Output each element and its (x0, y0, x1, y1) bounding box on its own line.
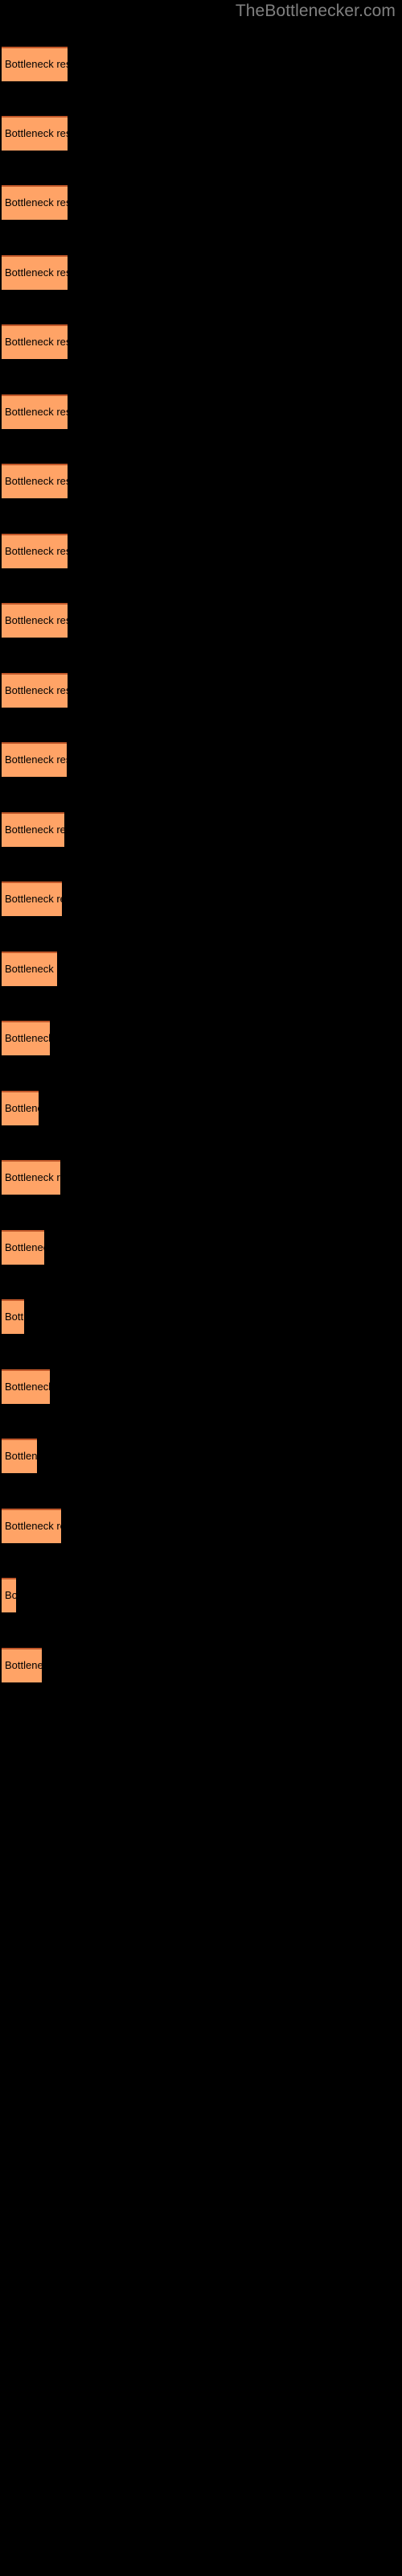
bar-label: Bottleneck result (5, 266, 68, 279)
bar-row: Bottleneck result (0, 1160, 402, 1195)
bar-row: Bottleneck result (0, 1578, 402, 1612)
bar-bottleneck-result[interactable]: Bottleneck result (2, 881, 62, 916)
bar-row: Bottleneck result (0, 1509, 402, 1543)
bar-row: Bottleneck result (0, 1091, 402, 1125)
bar-bottleneck-result[interactable]: Bottleneck result (2, 324, 68, 359)
bar-row: Bottleneck result (0, 255, 402, 290)
bar-bottleneck-result[interactable]: Bottleneck result (2, 1230, 44, 1265)
bar-row: Bottleneck result (0, 47, 402, 81)
bar-bottleneck-result[interactable]: Bottleneck result (2, 952, 57, 986)
bar-row: Bottleneck result (0, 1648, 402, 1682)
bar-label: Bottleneck result (5, 196, 68, 208)
bar-bottleneck-result[interactable]: Bottleneck result (2, 1509, 61, 1543)
bar-label: Bottleneck result (5, 614, 68, 626)
bar-row: Bottleneck result (0, 464, 402, 498)
bar-row: Bottleneck result (0, 1021, 402, 1055)
bar-bottleneck-result[interactable]: Bottleneck result (2, 255, 68, 290)
bar-label: Bottleneck result (5, 475, 68, 487)
bar-bottleneck-result[interactable]: Bottleneck result (2, 1369, 50, 1404)
bar-label: Bottleneck result (5, 684, 68, 696)
bar-bottleneck-result[interactable]: Bottleneck result (2, 1439, 37, 1473)
bar-row: Bottleneck result (0, 812, 402, 847)
bar-row: Bottleneck result (0, 603, 402, 638)
bar-label: Bottleneck result (5, 127, 68, 139)
bar-label: Bottleneck result (5, 1102, 39, 1114)
bar-bottleneck-result[interactable]: Bottleneck result (2, 464, 68, 498)
bar-bottleneck-result[interactable]: Bottleneck result (2, 1578, 16, 1612)
bar-label: Bottleneck result (5, 963, 57, 975)
bar-bottleneck-result[interactable]: Bottleneck result (2, 394, 68, 429)
bar-label: Bottleneck result (5, 1241, 44, 1253)
bar-row: Bottleneck result (0, 394, 402, 429)
bar-row: Bottleneck result (0, 1299, 402, 1334)
bar-row: Bottleneck result (0, 1439, 402, 1473)
bar-row: Bottleneck result (0, 1230, 402, 1265)
bar-bottleneck-result[interactable]: Bottleneck result (2, 603, 68, 638)
bar-label: Bottleneck result (5, 406, 68, 418)
bar-label: Bottleneck result (5, 58, 68, 70)
bar-label: Bottleneck result (5, 893, 62, 905)
bar-bottleneck-result[interactable]: Bottleneck result (2, 1091, 39, 1125)
bar-bottleneck-result[interactable]: Bottleneck result (2, 185, 68, 220)
bar-label: Bottleneck result (5, 1450, 37, 1462)
bar-bottleneck-result[interactable]: Bottleneck result (2, 534, 68, 568)
bar-bottleneck-result[interactable]: Bottleneck result (2, 812, 64, 847)
bar-bottleneck-result[interactable]: Bottleneck result (2, 116, 68, 151)
bar-label: Bottleneck result (5, 1381, 50, 1393)
bar-label: Bottleneck result (5, 1171, 60, 1183)
bar-bottleneck-result[interactable]: Bottleneck result (2, 1160, 60, 1195)
bar-label: Bottleneck result (5, 1659, 42, 1671)
bar-row: Bottleneck result (0, 1369, 402, 1404)
bar-row: Bottleneck result (0, 881, 402, 916)
bar-label: Bottleneck result (5, 1520, 61, 1532)
bar-bottleneck-result[interactable]: Bottleneck result (2, 1299, 24, 1334)
bar-bottleneck-result[interactable]: Bottleneck result (2, 1021, 50, 1055)
bar-row: Bottleneck result (0, 116, 402, 151)
bar-row: Bottleneck result (0, 673, 402, 708)
bar-row: Bottleneck result (0, 952, 402, 986)
bar-label: Bottleneck result (5, 1032, 50, 1044)
bar-row: Bottleneck result (0, 185, 402, 220)
bar-bottleneck-result[interactable]: Bottleneck result (2, 673, 68, 708)
bar-bottleneck-result[interactable]: Bottleneck result (2, 1648, 42, 1682)
bar-row: Bottleneck result (0, 534, 402, 568)
bar-row: Bottleneck result (0, 324, 402, 359)
bottleneck-chart: TheBottlenecker.com Bottleneck resultBot… (0, 0, 402, 2576)
bar-chart-plot-area: Bottleneck result Bottleneck result Bottle… (0, 0, 402, 2576)
bar-label: Bottleneck result (5, 545, 68, 557)
bar-bottleneck-result[interactable]: Bottleneck result (2, 47, 68, 81)
bar-label: Bottleneck result (5, 1311, 24, 1323)
bar-label: Bottleneck result (5, 1589, 16, 1601)
bar-label: Bottleneck result (5, 824, 64, 836)
bar-label: Bottleneck result (5, 336, 68, 348)
bar-row: Bottleneck result (0, 742, 402, 777)
bar-bottleneck-result[interactable]: Bottleneck result (2, 742, 67, 777)
bar-label: Bottleneck result (5, 753, 67, 766)
